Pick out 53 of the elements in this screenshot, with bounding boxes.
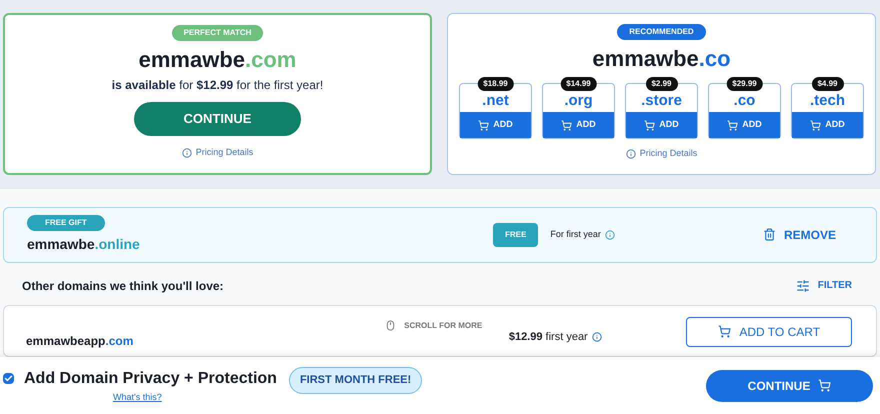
cart-icon xyxy=(727,120,738,130)
whats-this-link[interactable]: What's this? xyxy=(113,390,162,404)
info-icon xyxy=(592,332,602,342)
tld-label: .tech xyxy=(808,90,846,110)
add-button[interactable]: ADD xyxy=(543,112,614,138)
free-badge: FREE xyxy=(493,222,538,247)
recommended-badge: RECOMMENDED xyxy=(617,24,706,40)
mouse-icon xyxy=(385,320,396,332)
domain-name: emmawbe.co xyxy=(592,45,731,73)
info-icon xyxy=(626,148,636,159)
gift-badge: FREE GIFT xyxy=(27,214,105,231)
cart-icon xyxy=(810,120,822,130)
term-text: For first year xyxy=(550,228,601,242)
remove-button[interactable]: REMOVE xyxy=(762,226,836,244)
tld-label: .org xyxy=(563,90,594,110)
price-tag: $29.99 xyxy=(726,77,763,91)
privacy-checkbox[interactable] xyxy=(3,373,14,384)
tld-label: .store xyxy=(640,90,683,110)
continue-button[interactable]: CONTINUE xyxy=(134,102,301,136)
add-button[interactable]: ADD xyxy=(709,112,780,138)
add-to-cart-button[interactable]: ADD TO CART xyxy=(686,316,852,347)
price-tag: $2.99 xyxy=(645,77,678,91)
trash-icon xyxy=(762,228,776,242)
add-button[interactable]: ADD xyxy=(792,112,863,138)
price-text: $12.99 first year xyxy=(508,330,588,345)
match-badge: PERFECT MATCH xyxy=(172,25,264,41)
cart-icon xyxy=(478,120,490,130)
pricing-link[interactable]: Pricing Details xyxy=(196,146,254,160)
pricing-link[interactable]: Pricing Details xyxy=(640,147,698,160)
domain-name: emmawbeapp.com xyxy=(26,332,134,350)
cart-icon xyxy=(561,120,572,130)
cart-icon xyxy=(718,325,732,338)
add-button[interactable]: ADD xyxy=(626,112,697,138)
tld-label: .co xyxy=(732,90,756,110)
availability-text: is available for $12.99 for the first year! xyxy=(112,77,324,94)
info-icon xyxy=(604,230,615,240)
add-button[interactable]: ADD xyxy=(460,112,531,138)
scroll-hint: SCROLL FOR MORE xyxy=(404,320,482,332)
domain-name: emmawbe.online xyxy=(27,234,141,254)
privacy-label: Add Domain Privacy + Protection xyxy=(24,368,277,389)
cart-icon xyxy=(644,120,656,130)
price-tag: $4.99 xyxy=(811,77,844,91)
filter-button[interactable]: FILTER xyxy=(796,278,852,294)
continue-button[interactable]: CONTINUE xyxy=(706,370,873,402)
price-tag: $14.99 xyxy=(560,77,597,91)
offer-badge: FIRST MONTH FREE! xyxy=(288,367,422,394)
tld-label: .net xyxy=(481,90,510,110)
price-tag: $18.99 xyxy=(477,77,514,91)
info-icon xyxy=(182,148,192,158)
filter-icon xyxy=(796,278,810,293)
section-heading: Other domains we think you'll love: xyxy=(22,278,224,295)
cart-icon xyxy=(818,379,832,392)
domain-name: emmawbe.com xyxy=(138,46,296,74)
